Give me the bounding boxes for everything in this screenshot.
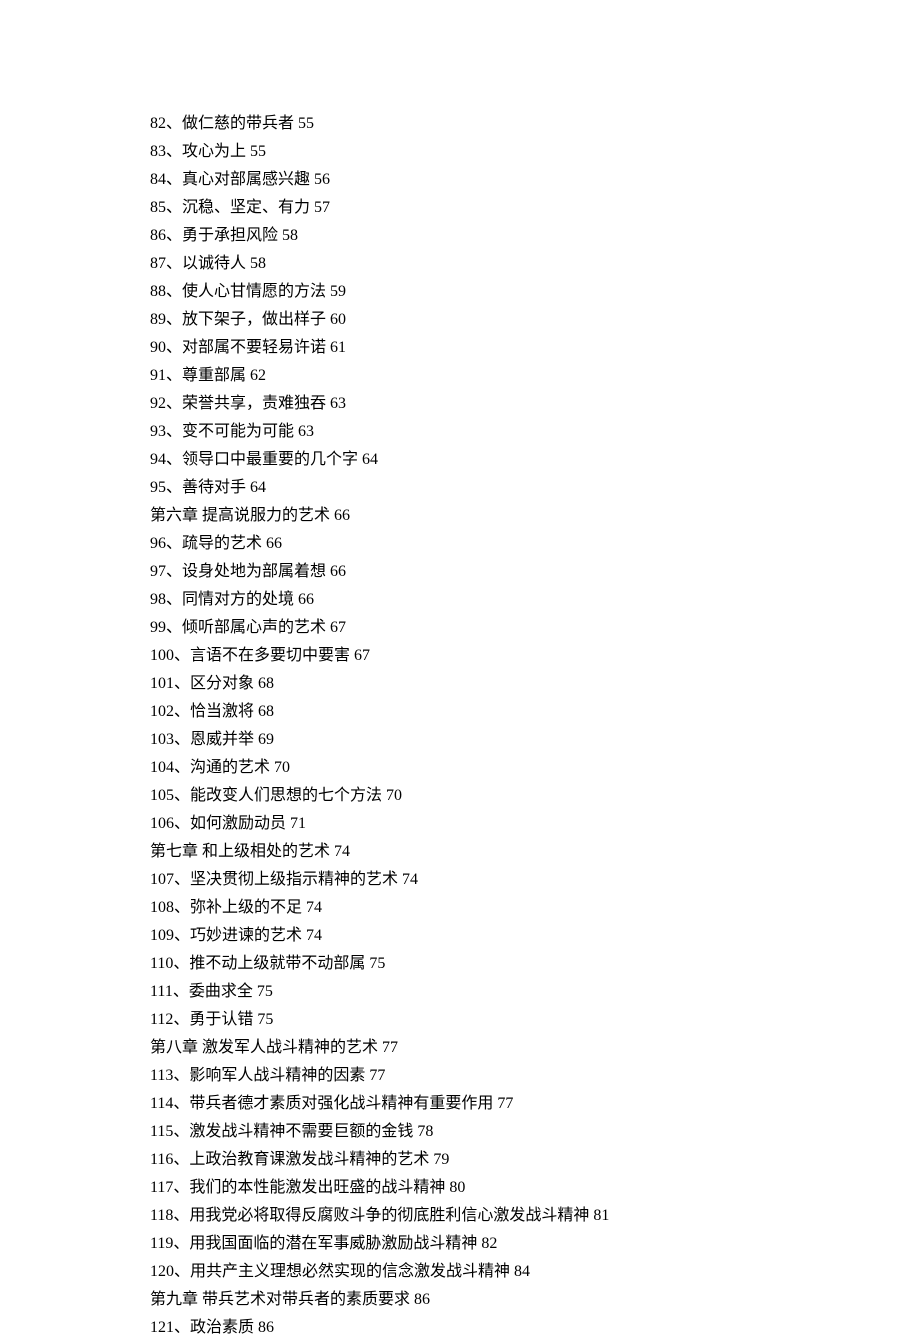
toc-entry: 91、尊重部属 62 <box>150 362 920 390</box>
toc-entry: 120、用共产主义理想必然实现的信念激发战斗精神 84 <box>150 1258 920 1286</box>
toc-entry: 106、如何激励动员 71 <box>150 810 920 838</box>
toc-entry: 94、领导口中最重要的几个字 64 <box>150 446 920 474</box>
toc-entry: 96、疏导的艺术 66 <box>150 530 920 558</box>
toc-entry: 113、影响军人战斗精神的因素 77 <box>150 1062 920 1090</box>
toc-entry: 85、沉稳、坚定、有力 57 <box>150 194 920 222</box>
toc-entry: 第八章 激发军人战斗精神的艺术 77 <box>150 1034 920 1062</box>
toc-entry: 83、攻心为上 55 <box>150 138 920 166</box>
toc-entry: 111、委曲求全 75 <box>150 978 920 1006</box>
toc-entry: 115、激发战斗精神不需要巨额的金钱 78 <box>150 1118 920 1146</box>
toc-entry: 107、坚决贯彻上级指示精神的艺术 74 <box>150 866 920 894</box>
toc-entry: 105、能改变人们思想的七个方法 70 <box>150 782 920 810</box>
toc-entry: 93、变不可能为可能 63 <box>150 418 920 446</box>
toc-entry: 98、同情对方的处境 66 <box>150 586 920 614</box>
toc-entry: 第九章 带兵艺术对带兵者的素质要求 86 <box>150 1286 920 1314</box>
toc-entry: 84、真心对部属感兴趣 56 <box>150 166 920 194</box>
toc-entry: 97、设身处地为部属着想 66 <box>150 558 920 586</box>
toc-entry: 第七章 和上级相处的艺术 74 <box>150 838 920 866</box>
toc-entry: 100、言语不在多要切中要害 67 <box>150 642 920 670</box>
toc-entry: 92、荣誉共享，责难独吞 63 <box>150 390 920 418</box>
toc-entry: 102、恰当激将 68 <box>150 698 920 726</box>
toc-entry: 90、对部属不要轻易许诺 61 <box>150 334 920 362</box>
document-page: 82、做仁慈的带兵者 5583、攻心为上 5584、真心对部属感兴趣 5685、… <box>0 0 920 1342</box>
toc-entry: 108、弥补上级的不足 74 <box>150 894 920 922</box>
toc-entry: 103、恩威并举 69 <box>150 726 920 754</box>
toc-entry: 99、倾听部属心声的艺术 67 <box>150 614 920 642</box>
toc-entry: 110、推不动上级就带不动部属 75 <box>150 950 920 978</box>
table-of-contents: 82、做仁慈的带兵者 5583、攻心为上 5584、真心对部属感兴趣 5685、… <box>150 110 920 1342</box>
toc-entry: 118、用我党必将取得反腐败斗争的彻底胜利信心激发战斗精神 81 <box>150 1202 920 1230</box>
toc-entry: 116、上政治教育课激发战斗精神的艺术 79 <box>150 1146 920 1174</box>
toc-entry: 89、放下架子，做出样子 60 <box>150 306 920 334</box>
toc-entry: 121、政治素质 86 <box>150 1314 920 1342</box>
toc-entry: 86、勇于承担风险 58 <box>150 222 920 250</box>
toc-entry: 87、以诚待人 58 <box>150 250 920 278</box>
toc-entry: 112、勇于认错 75 <box>150 1006 920 1034</box>
toc-entry: 88、使人心甘情愿的方法 59 <box>150 278 920 306</box>
toc-entry: 104、沟通的艺术 70 <box>150 754 920 782</box>
toc-entry: 95、善待对手 64 <box>150 474 920 502</box>
toc-entry: 109、巧妙进谏的艺术 74 <box>150 922 920 950</box>
toc-entry: 119、用我国面临的潜在军事威胁激励战斗精神 82 <box>150 1230 920 1258</box>
toc-entry: 第六章 提高说服力的艺术 66 <box>150 502 920 530</box>
toc-entry: 117、我们的本性能激发出旺盛的战斗精神 80 <box>150 1174 920 1202</box>
toc-entry: 82、做仁慈的带兵者 55 <box>150 110 920 138</box>
toc-entry: 114、带兵者德才素质对强化战斗精神有重要作用 77 <box>150 1090 920 1118</box>
toc-entry: 101、区分对象 68 <box>150 670 920 698</box>
